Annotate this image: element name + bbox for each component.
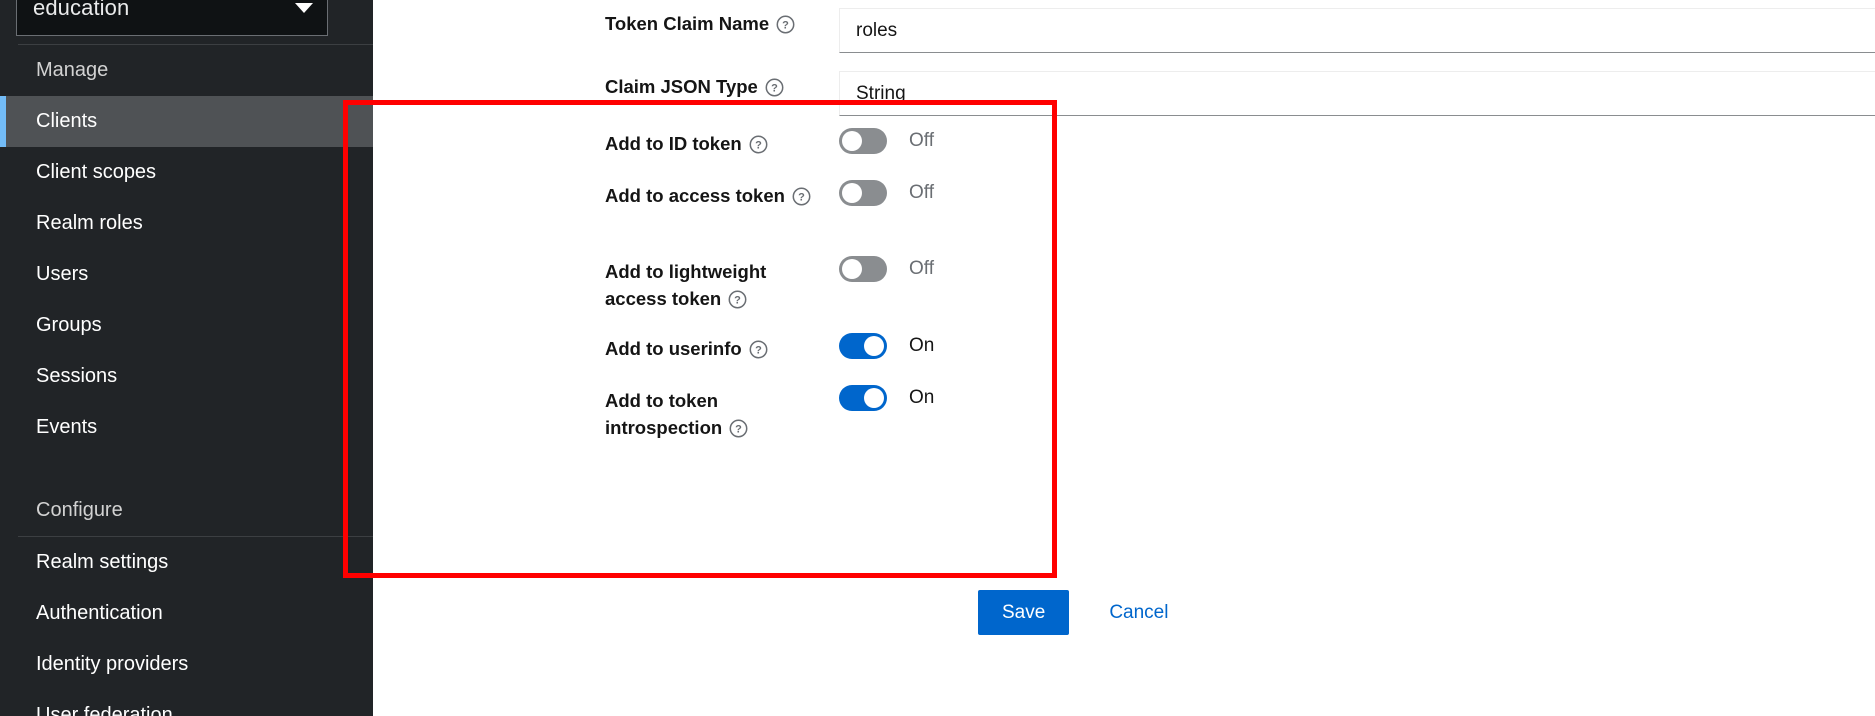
sidebar-item-label: Client scopes — [36, 161, 157, 183]
chevron-down-icon — [295, 3, 313, 13]
label-token-claim-name: Token Claim Name? — [605, 8, 817, 37]
sidebar-item-label: Events — [36, 416, 98, 438]
nav-section-gap — [0, 453, 373, 485]
form-row-claim-json-type: Claim JSON Type? String — [605, 71, 1875, 116]
label-add-to-userinfo: Add to userinfo? — [605, 333, 817, 362]
form-row-add-to-access-token: Add to access token? Off — [605, 180, 934, 209]
main-content: Token Claim Name? Claim JSON Type? Strin… — [373, 0, 1875, 716]
add-to-id-token-toggle[interactable] — [839, 128, 887, 154]
sidebar-item-realm-settings[interactable]: Realm settings — [0, 537, 373, 588]
sidebar-item-identity-providers[interactable]: Identity providers — [0, 639, 373, 690]
control-add-to-lightweight-access-token: Off — [839, 256, 934, 282]
form-row-add-to-userinfo: Add to userinfo? On — [605, 333, 934, 362]
control-add-to-token-introspection: On — [839, 385, 934, 411]
sidebar-item-label: Sessions — [36, 365, 118, 387]
add-to-token-introspection-state: On — [909, 387, 935, 408]
cancel-button[interactable]: Cancel — [1109, 590, 1168, 635]
sidebar-item-label: User federation — [36, 704, 173, 716]
toggle-knob — [842, 131, 862, 151]
token-claim-name-input[interactable] — [839, 8, 1875, 53]
add-to-token-introspection-toggle[interactable] — [839, 385, 887, 411]
add-to-access-token-state: Off — [909, 182, 934, 203]
sidebar-item-groups[interactable]: Groups — [0, 300, 373, 351]
svg-text:?: ? — [755, 139, 762, 151]
sidebar-item-label: Identity providers — [36, 653, 189, 675]
sidebar-item-label: Realm settings — [36, 551, 169, 573]
form-row-add-to-token-introspection: Add to token introspection? On — [605, 385, 934, 441]
nav-section-manage-title: Manage — [36, 59, 109, 81]
form-row-add-to-id-token: Add to ID token? Off — [605, 128, 934, 157]
add-to-userinfo-state: On — [909, 335, 935, 356]
sidebar-item-client-scopes[interactable]: Client scopes — [0, 147, 373, 198]
svg-text:?: ? — [755, 344, 762, 356]
claim-json-type-value: String — [856, 82, 906, 104]
svg-text:?: ? — [735, 423, 742, 435]
add-to-id-token-state: Off — [909, 130, 934, 151]
svg-text:?: ? — [782, 19, 789, 31]
realm-selector[interactable]: education — [16, 0, 328, 36]
help-circle-icon[interactable]: ? — [792, 187, 811, 206]
form-actions: Save Cancel — [978, 590, 1168, 635]
sidebar-item-users[interactable]: Users — [0, 249, 373, 300]
form-row-token-claim-name: Token Claim Name? — [605, 8, 1875, 53]
claim-json-type-select-wrap: String — [839, 71, 1875, 116]
sidebar-item-sessions[interactable]: Sessions — [0, 351, 373, 402]
label-add-to-lightweight-access-token: Add to lightweight access token? — [605, 261, 767, 309]
toggle-knob — [842, 259, 862, 279]
label-add-to-id-token: Add to ID token? — [605, 128, 817, 157]
claim-json-type-select[interactable]: String — [839, 71, 1875, 116]
help-circle-icon[interactable]: ? — [749, 135, 768, 154]
help-circle-icon[interactable]: ? — [749, 340, 768, 359]
svg-text:?: ? — [771, 82, 778, 94]
add-to-lightweight-access-token-state: Off — [909, 258, 934, 279]
sidebar-item-events[interactable]: Events — [0, 402, 373, 453]
realm-selector-container: education — [0, 0, 373, 44]
svg-text:?: ? — [798, 191, 805, 203]
realm-selector-value: education — [33, 0, 130, 20]
add-to-access-token-toggle[interactable] — [839, 180, 887, 206]
sidebar-item-authentication[interactable]: Authentication — [0, 588, 373, 639]
help-circle-icon[interactable]: ? — [729, 419, 748, 438]
control-add-to-id-token: Off — [839, 128, 934, 154]
sidebar-item-label: Groups — [36, 314, 102, 336]
toggle-knob — [842, 183, 862, 203]
nav-section-configure-title: Configure — [36, 499, 123, 521]
sidebar-item-label: Clients — [36, 110, 98, 132]
help-circle-icon[interactable]: ? — [765, 78, 784, 97]
control-add-to-userinfo: On — [839, 333, 934, 359]
sidebar-item-user-federation[interactable]: User federation — [0, 690, 373, 716]
sidebar-item-realm-roles[interactable]: Realm roles — [0, 198, 373, 249]
keycloak-admin-console: education Manage Clients Client scopes R… — [0, 0, 1875, 716]
sidebar-item-clients[interactable]: Clients — [0, 96, 373, 147]
toggle-knob — [864, 388, 884, 408]
add-to-userinfo-toggle[interactable] — [839, 333, 887, 359]
save-button[interactable]: Save — [978, 590, 1070, 635]
form-row-add-to-lightweight-access-token: Add to lightweight access token? Off — [605, 256, 934, 312]
control-token-claim-name — [839, 8, 1875, 53]
svg-text:?: ? — [734, 294, 741, 306]
sidebar-item-label: Realm roles — [36, 212, 143, 234]
control-claim-json-type: String — [839, 71, 1875, 116]
control-add-to-access-token: Off — [839, 180, 934, 206]
help-circle-icon[interactable]: ? — [776, 15, 795, 34]
sidebar: education Manage Clients Client scopes R… — [0, 0, 373, 716]
label-add-to-access-token: Add to access token? — [605, 180, 817, 209]
help-circle-icon[interactable]: ? — [728, 290, 747, 309]
sidebar-nav: Manage Clients Client scopes Realm roles… — [0, 45, 373, 716]
sidebar-item-label: Authentication — [36, 602, 163, 624]
label-add-to-token-introspection: Add to token introspection? — [605, 385, 817, 441]
toggle-knob — [864, 336, 884, 356]
label-claim-json-type: Claim JSON Type? — [605, 71, 817, 100]
sidebar-item-label: Users — [36, 263, 89, 285]
add-to-lightweight-access-token-toggle[interactable] — [839, 256, 887, 282]
